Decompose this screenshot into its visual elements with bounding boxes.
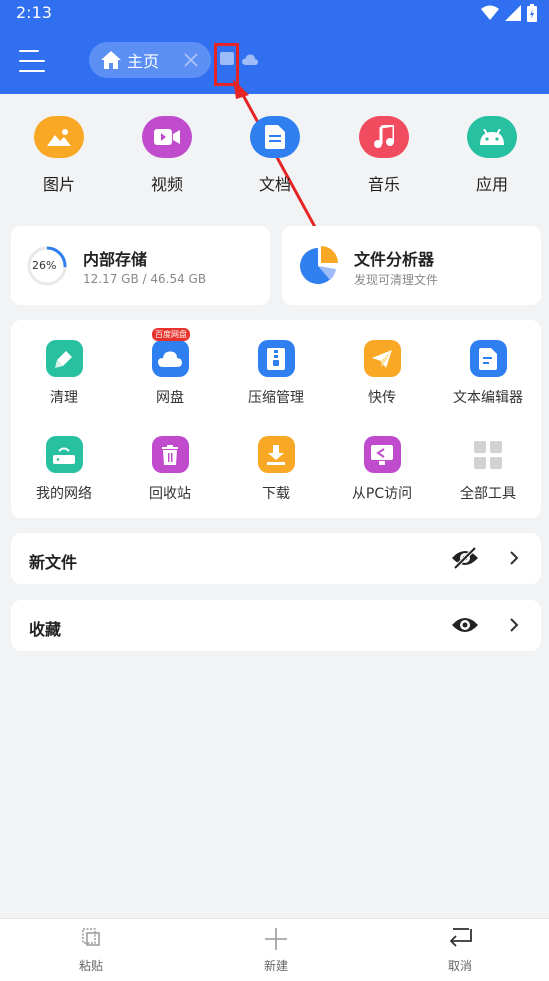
category-label: 视频 <box>150 175 183 194</box>
section-title: 新文件 <box>29 553 78 572</box>
category-apps[interactable]: 应用 <box>462 116 522 195</box>
category-label: 文档 <box>258 175 291 194</box>
close-tab-icon[interactable] <box>183 52 199 68</box>
file-analyzer-card[interactable]: 文件分析器 发现可清理文件 <box>282 226 541 305</box>
battery-icon <box>527 4 537 22</box>
trash-icon <box>151 436 189 473</box>
video-icon <box>142 116 192 158</box>
chevron-right-icon[interactable] <box>509 550 519 566</box>
tool-clean[interactable]: 清理 <box>14 340 114 407</box>
tool-pc-access[interactable]: 从PC访问 <box>332 436 432 503</box>
tool-my-network[interactable]: 我的网络 <box>14 436 114 503</box>
tool-label: 回收站 <box>149 486 191 502</box>
broom-icon <box>45 340 83 377</box>
category-videos[interactable]: 视频 <box>137 116 197 195</box>
undo-icon <box>449 928 472 947</box>
eye-icon[interactable] <box>451 614 479 636</box>
section-favorites[interactable]: 收藏 <box>11 600 541 651</box>
cloud-tab-icon[interactable] <box>242 54 258 65</box>
new-button[interactable]: 新建 <box>236 927 316 974</box>
tab-home-label: 主页 <box>127 52 160 71</box>
storage-percent: 26% <box>32 259 57 272</box>
tool-label: 清理 <box>50 390 78 406</box>
section-title: 收藏 <box>29 620 62 639</box>
tool-label: 下载 <box>262 486 290 502</box>
internal-storage-card[interactable]: 26% 内部存储 12.17 GB / 46.54 GB <box>11 226 270 305</box>
category-images[interactable]: 图片 <box>29 116 89 195</box>
eye-off-icon[interactable] <box>451 547 479 569</box>
tab-home[interactable]: 主页 <box>89 42 211 78</box>
cloud-disk-icon <box>151 340 189 377</box>
text-editor-icon <box>469 340 507 377</box>
download-icon <box>257 436 295 473</box>
tool-label: 从PC访问 <box>351 486 413 502</box>
home-icon <box>101 51 121 69</box>
tool-label: 压缩管理 <box>248 390 304 406</box>
tool-label: 文本编辑器 <box>453 390 523 406</box>
tool-cloud-disk[interactable]: 网盘 <box>120 340 220 407</box>
category-documents[interactable]: 文档 <box>245 116 305 195</box>
paste-icon <box>82 928 100 946</box>
category-label: 图片 <box>42 175 75 194</box>
category-row: 图片 视频 文档 音乐 应用 <box>0 116 549 198</box>
tools-card: 清理 网盘 压缩管理 快传 文本编辑器 我的网络 回收站 下载 从PC访问 全部… <box>11 320 541 518</box>
status-bar: 2:13 <box>0 0 549 26</box>
analyzer-subtitle: 发现可清理文件 <box>354 273 439 287</box>
cloud-disk-badge: 百度网盘 <box>152 328 190 341</box>
tool-text-editor[interactable]: 文本编辑器 <box>438 340 538 407</box>
menu-icon[interactable] <box>19 48 49 74</box>
paste-button[interactable]: 粘贴 <box>51 927 131 974</box>
router-icon <box>45 436 83 473</box>
storage-detail: 12.17 GB / 46.54 GB <box>83 272 207 286</box>
image-icon <box>34 116 84 158</box>
pie-chart-icon <box>300 246 338 284</box>
annotation-highlight-box <box>214 43 239 86</box>
zip-icon <box>257 340 295 377</box>
section-new-files[interactable]: 新文件 <box>11 533 541 584</box>
app-bar: 主页 <box>0 26 549 94</box>
chevron-right-icon[interactable] <box>509 617 519 633</box>
tool-label: 快传 <box>368 390 396 406</box>
cancel-button[interactable]: 取消 <box>420 927 500 974</box>
tool-zip[interactable]: 压缩管理 <box>226 340 326 407</box>
wifi-icon <box>481 5 499 20</box>
storage-title: 内部存储 <box>83 250 148 269</box>
tool-label: 我的网络 <box>36 486 92 502</box>
pc-access-icon <box>363 436 401 473</box>
cancel-label: 取消 <box>447 959 472 973</box>
paste-label: 粘贴 <box>78 959 103 973</box>
category-label: 应用 <box>475 175 508 194</box>
tool-quick-send[interactable]: 快传 <box>332 340 432 407</box>
bottom-action-bar: 粘贴 新建 取消 <box>0 918 549 981</box>
signal-icon <box>505 5 521 21</box>
music-icon <box>359 116 409 158</box>
tool-download[interactable]: 下载 <box>226 436 326 503</box>
analyzer-title: 文件分析器 <box>354 250 435 269</box>
tool-recycle-bin[interactable]: 回收站 <box>120 436 220 503</box>
grid-icon <box>470 436 507 473</box>
document-icon <box>250 116 300 158</box>
plus-icon <box>265 928 287 950</box>
status-icons <box>481 4 537 22</box>
status-time: 2:13 <box>16 3 52 22</box>
category-music[interactable]: 音乐 <box>354 116 414 195</box>
new-label: 新建 <box>263 959 288 973</box>
android-icon <box>467 116 517 158</box>
tool-label: 全部工具 <box>460 486 516 502</box>
tool-label: 网盘 <box>156 390 184 406</box>
tool-all-tools[interactable]: 全部工具 <box>438 436 538 503</box>
category-label: 音乐 <box>367 175 400 194</box>
paper-plane-icon <box>363 340 401 377</box>
